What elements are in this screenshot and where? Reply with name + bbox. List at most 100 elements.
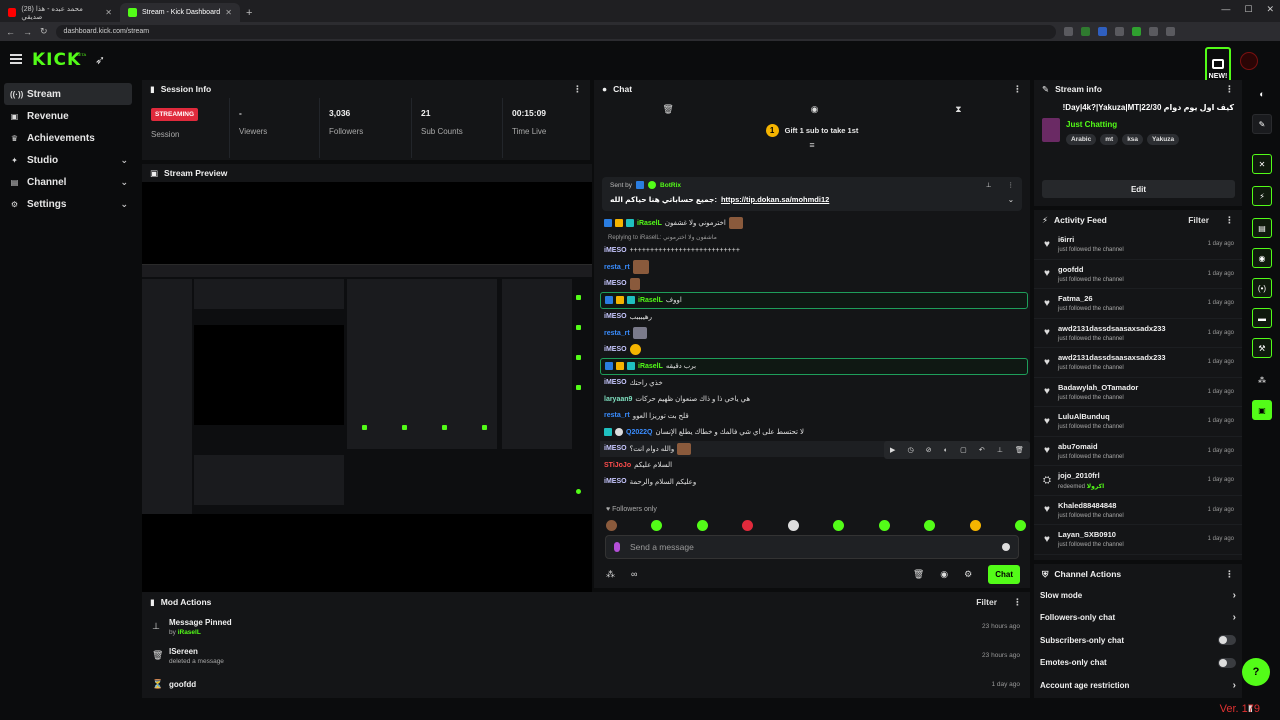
emote-icon[interactable]	[878, 520, 890, 531]
list-item[interactable]: ♥ abu7omaid just followed the channel 1 d…	[1034, 437, 1242, 466]
send-chat-button[interactable]: Chat	[988, 564, 1020, 584]
pinned-author[interactable]: BotRix	[660, 182, 681, 189]
list-item[interactable]: ♥ awd2131dassdsaasaxsadx233 just followed…	[1034, 348, 1242, 378]
extension-icon[interactable]	[1063, 27, 1073, 36]
wrench-icon[interactable]: ⚒	[1252, 338, 1272, 358]
chat-message-input[interactable]: Send a message	[605, 535, 1019, 559]
chat-username[interactable]: resta_rt	[604, 412, 630, 419]
mod-action-user[interactable]: iRaselL	[178, 629, 201, 636]
close-window-icon[interactable]: ✕	[1266, 4, 1274, 15]
list-item[interactable]: ♥ Khaled88484848 just followed the channe…	[1034, 496, 1242, 525]
chat-username[interactable]: iMESO	[604, 478, 627, 485]
emote-icon[interactable]	[1014, 520, 1026, 531]
account-age-row[interactable]: Account age restriction ›	[1034, 674, 1242, 697]
broadcast-icon[interactable]: (•)	[1252, 278, 1272, 298]
list-item[interactable]: ♥ Badawylah_OTamador just followed the ch…	[1034, 378, 1242, 407]
chat-username[interactable]: iMESO	[604, 346, 627, 353]
more-options-icon[interactable]: ⋮	[1225, 84, 1234, 95]
emote-icon[interactable]	[651, 520, 663, 531]
list-item[interactable]: ♥ awd2131dassdsaasaxsadx233 just followed…	[1034, 319, 1242, 348]
hourglass-icon[interactable]: ⧗	[955, 104, 961, 115]
list-item[interactable]: ♥ goofdd just followed the channel 1 day …	[1034, 260, 1242, 289]
trash-icon[interactable]: 🗑	[1015, 446, 1024, 454]
more-options-icon[interactable]: ⋮	[1013, 597, 1022, 608]
more-options-icon[interactable]: ⋮	[1225, 215, 1234, 226]
new-tab-button[interactable]: +	[240, 7, 258, 22]
extension-icon[interactable]	[1114, 27, 1124, 36]
gift-icon[interactable]: ✕	[1252, 154, 1272, 174]
extension-icon[interactable]	[1097, 27, 1107, 36]
sidebar-item-stream[interactable]: ((·)) Stream	[4, 83, 132, 105]
chat-message[interactable]: iMESO	[600, 342, 1028, 359]
filter-button[interactable]: Filter	[1188, 215, 1209, 225]
green-app-icon[interactable]: ▣	[1252, 400, 1272, 420]
chat-username[interactable]: iMESO	[604, 445, 627, 452]
collapse-icon[interactable]: ≡	[594, 140, 1030, 150]
pin-icon[interactable]: ⊥	[986, 181, 992, 189]
emote-icon[interactable]	[969, 520, 981, 531]
stream-preview-video[interactable]	[142, 182, 592, 592]
more-options-icon[interactable]: ⋮	[1225, 569, 1234, 580]
list-item[interactable]: ♥ LuluAlBunduq just followed the channel …	[1034, 407, 1242, 437]
browser-tab-kick[interactable]: Stream - Kick Dashboard ✕	[120, 3, 240, 22]
emote-icon[interactable]	[606, 520, 617, 531]
chat-username[interactable]: iMESO	[604, 313, 627, 320]
hide-icon[interactable]: ◐	[944, 447, 948, 454]
play-icon[interactable]: ▶	[890, 446, 895, 454]
category-thumbnail[interactable]	[1042, 118, 1060, 142]
infinity-icon[interactable]: ∞	[631, 569, 637, 579]
chat-message[interactable]: STiJoJo السلام عليكم	[600, 457, 1028, 474]
help-icon[interactable]: ?	[1242, 658, 1270, 686]
pinned-link[interactable]: https://tip.dokan.sa/mohmdi12	[721, 195, 829, 204]
list-item[interactable]: ♥ i6irri just followed the channel 1 day …	[1034, 230, 1242, 260]
browser-tab-youtube[interactable]: (28) محمد عبده - هذا صديقي ✕	[0, 3, 120, 22]
minimize-icon[interactable]: —	[1221, 4, 1230, 15]
new-feature-button[interactable]: NEW!	[1205, 47, 1231, 83]
trash-icon[interactable]: 🗑	[913, 569, 924, 580]
extension-icon[interactable]	[1131, 27, 1141, 36]
emote-icon[interactable]	[924, 520, 936, 531]
sidebar-item-revenue[interactable]: ▣ Revenue	[4, 105, 132, 127]
gear-icon[interactable]: ⚙	[964, 569, 972, 580]
chat-bubble-icon[interactable]: ◉	[811, 104, 819, 115]
chat-message[interactable]: resta_rt	[600, 325, 1028, 342]
list-item[interactable]: ⊥ Message Pinned by iRaselL 23 hours ago	[142, 612, 1030, 641]
extension-icon[interactable]	[1148, 27, 1158, 36]
sidebar-item-achievements[interactable]: ♛ Achievements	[4, 127, 132, 149]
followers-only-row[interactable]: Followers-only chat ›	[1034, 607, 1242, 630]
list-item[interactable]: ⛭ jojo_2010frl redeemed اكرولا 1 day ago	[1034, 466, 1242, 496]
chat-message[interactable]: iMESO رهيبببب	[600, 309, 1028, 326]
sidebar-item-studio[interactable]: ✦ Studio ⌄	[4, 149, 132, 171]
rocket-icon[interactable]: ➶	[95, 53, 105, 67]
ban-icon[interactable]: ⊘	[926, 446, 932, 454]
chat-username[interactable]: Q2022Q	[626, 429, 652, 436]
chat-message[interactable]: iMESO وعليكم السلام والرحمة	[600, 474, 1028, 491]
pin-icon[interactable]: ⊥	[997, 446, 1003, 454]
gift-sub-banner[interactable]: 1 Gift 1 sub to take 1st	[594, 120, 1030, 140]
extension-icon[interactable]	[1165, 27, 1175, 36]
subscribers-only-toggle[interactable]	[1218, 635, 1236, 646]
list-item[interactable]: 🗑 lSereen deleted a message 23 hours ago	[142, 641, 1030, 670]
chat-username[interactable]: resta_rt	[604, 264, 630, 271]
chat-message[interactable]: iMESO +++++++++++++++++++++++++++	[600, 243, 1028, 260]
emotes-only-toggle[interactable]	[1218, 657, 1236, 668]
edit-stream-info-button[interactable]: Edit	[1042, 180, 1235, 198]
chat-username[interactable]: iRaselL	[638, 363, 663, 370]
emote-icon[interactable]	[742, 520, 754, 531]
emote-icon[interactable]	[787, 520, 799, 531]
lightning-icon[interactable]: ⚡	[1252, 186, 1272, 206]
chat-message[interactable]: iMESO خذي راحتك	[600, 375, 1028, 392]
chat-bubble-icon[interactable]: ◉	[940, 569, 948, 580]
sidebar-item-settings[interactable]: ⚙ Settings ⌄	[4, 193, 132, 215]
points-icon[interactable]: ⁂	[606, 569, 615, 580]
copy-icon[interactable]: ▢	[960, 446, 967, 454]
more-options-icon[interactable]: ⋮	[1008, 181, 1015, 189]
menu-icon[interactable]	[10, 54, 22, 64]
list-item[interactable]: ♥ Layan_SXB0910 just followed the channel…	[1034, 525, 1242, 555]
chat-message[interactable]: iRaselL اخترموني ولا غشفون	[600, 215, 1028, 232]
emote-icon[interactable]	[696, 520, 708, 531]
server-icon[interactable]: ▬	[1252, 308, 1272, 328]
extension-icon[interactable]	[1080, 27, 1090, 36]
url-input[interactable]: dashboard.kick.com/stream	[55, 24, 1056, 39]
close-tab-icon[interactable]: ✕	[225, 8, 232, 17]
